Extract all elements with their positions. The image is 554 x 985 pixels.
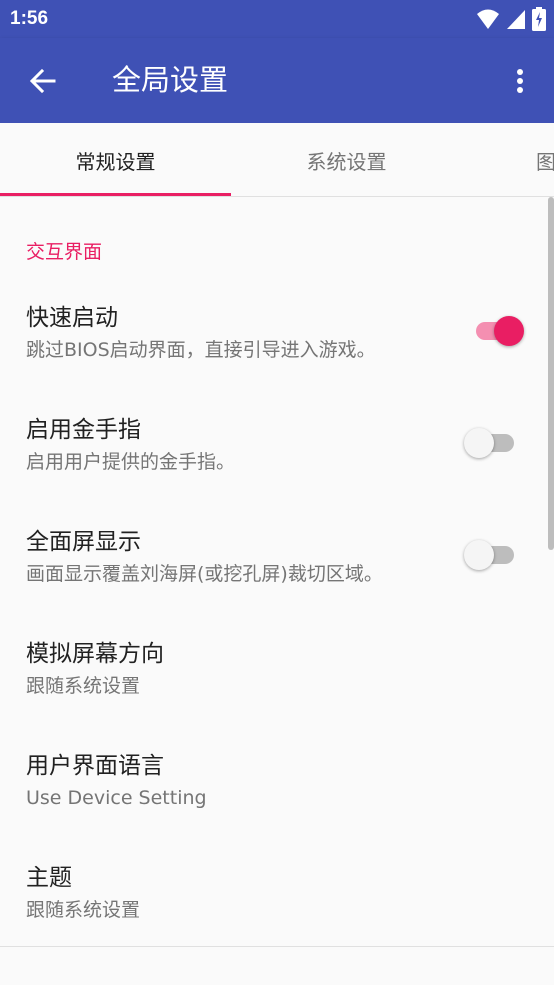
setting-title: 快速启动	[26, 305, 118, 331]
setting-subtitle: 启用用户提供的金手指。	[26, 451, 236, 473]
setting-title: 全面屏显示	[26, 529, 141, 555]
setting-screen-orientation[interactable]: 模拟屏幕方向 跟随系统设置	[0, 638, 554, 750]
tab-system[interactable]: 系统设置	[231, 123, 462, 197]
tab-partial[interactable]: 图	[462, 123, 554, 197]
status-icons	[476, 7, 546, 31]
back-button[interactable]	[22, 60, 64, 102]
signal-icon	[507, 10, 525, 29]
wifi-icon	[477, 9, 499, 29]
toggle-thumb	[494, 316, 524, 346]
list-divider	[0, 946, 554, 947]
back-arrow-icon	[30, 68, 56, 94]
more-vert-icon	[517, 69, 523, 93]
tab-bar: 常规设置 系统设置 图	[0, 123, 554, 197]
more-options-button[interactable]	[500, 60, 540, 102]
section-header: 交互界面	[26, 241, 103, 263]
battery-icon	[532, 7, 546, 31]
setting-subtitle: 跟随系统设置	[26, 675, 141, 697]
fullscreen-toggle[interactable]	[464, 536, 526, 572]
toggle-thumb	[464, 428, 494, 458]
setting-title: 启用金手指	[26, 417, 141, 443]
setting-title: 主题	[26, 865, 72, 891]
setting-cheats[interactable]: 启用金手指 启用用户提供的金手指。	[0, 414, 554, 526]
setting-fast-boot[interactable]: 快速启动 跳过BIOS启动界面，直接引导进入游戏。	[0, 302, 554, 414]
page-title: 全局设置	[112, 63, 229, 97]
status-bar: 1:56	[0, 0, 554, 38]
toggle-thumb	[464, 540, 494, 570]
app-bar: 全局设置	[0, 38, 554, 123]
setting-title: 用户界面语言	[26, 753, 164, 779]
setting-fullscreen[interactable]: 全面屏显示 画面显示覆盖刘海屏(或挖孔屏)裁切区域。	[0, 526, 554, 638]
settings-list: 交互界面 快速启动 跳过BIOS启动界面，直接引导进入游戏。 启用金手指 启用用…	[0, 197, 554, 985]
setting-ui-language[interactable]: 用户界面语言 Use Device Setting	[0, 750, 554, 862]
setting-subtitle: Use Device Setting	[26, 787, 207, 809]
setting-subtitle: 画面显示覆盖刘海屏(或挖孔屏)裁切区域。	[26, 563, 383, 585]
scrollbar[interactable]	[548, 197, 554, 550]
setting-subtitle: 跟随系统设置	[26, 899, 141, 921]
tab-general[interactable]: 常规设置	[0, 123, 231, 197]
setting-theme[interactable]: 主题 跟随系统设置	[0, 862, 554, 974]
setting-subtitle: 跳过BIOS启动界面，直接引导进入游戏。	[26, 339, 376, 361]
setting-title: 模拟屏幕方向	[26, 641, 164, 667]
status-time: 1:56	[10, 8, 49, 29]
cheats-toggle[interactable]	[464, 424, 526, 460]
fast-boot-toggle[interactable]	[464, 312, 526, 348]
